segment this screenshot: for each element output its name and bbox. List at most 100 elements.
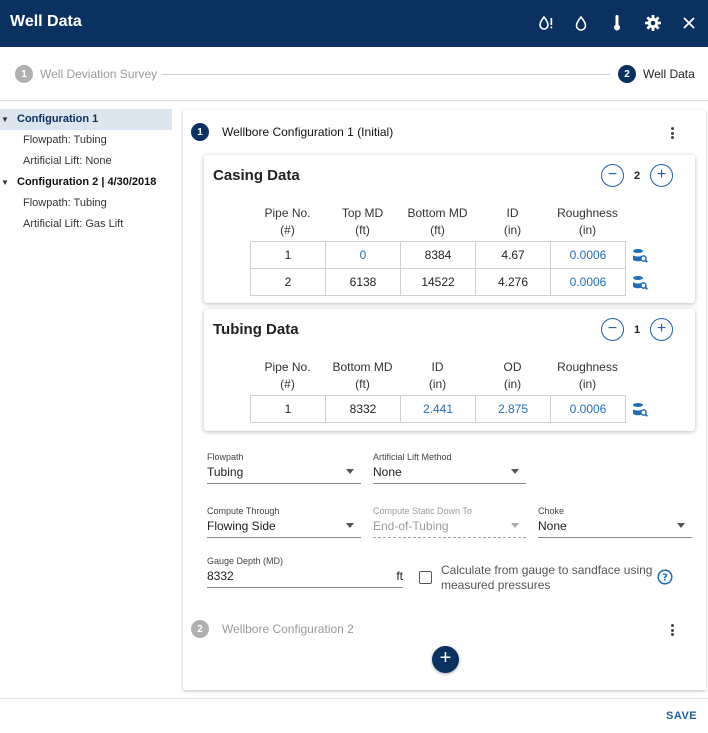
table-cell[interactable]: 0.0006 [550, 241, 626, 269]
gear-icon[interactable] [642, 12, 664, 34]
dropdown-arrow-icon [346, 469, 354, 474]
table-cell[interactable]: 2.875 [475, 395, 551, 423]
field-label: Choke [538, 506, 565, 516]
column-header: Roughness (in) [557, 360, 618, 391]
column-header: Bottom MD (ft) [332, 360, 393, 391]
more-vert-icon[interactable] [666, 622, 678, 638]
database-search-icon[interactable] [632, 275, 648, 291]
tubing-data-card: Tubing Data − 1 + Pipe No. (#) Bottom MD(… [204, 309, 695, 431]
field-label: Flowpath [207, 452, 244, 462]
column-header: Pipe No. (#) [264, 206, 311, 237]
tubing-count: 1 [634, 324, 641, 336]
water-alert-icon[interactable] [535, 12, 557, 34]
tree-item-configuration-1[interactable]: ▼ Configuration 1 [0, 109, 172, 130]
column-header: OD (in) [503, 360, 522, 391]
table-cell[interactable]: 1 [250, 241, 326, 269]
step-well-deviation-survey[interactable]: 1 Well Deviation Survey [15, 65, 157, 83]
compute-through-select[interactable]: Compute Through Flowing Side [207, 506, 361, 538]
field-value: None [538, 519, 567, 533]
tubing-remove-button[interactable]: − [601, 318, 624, 341]
field-value: Tubing [207, 465, 244, 479]
step-label: Well Deviation Survey [40, 67, 158, 81]
tree-item-flowpath[interactable]: Flowpath: Tubing [0, 193, 172, 214]
table-cell[interactable]: 8384 [400, 241, 476, 269]
column-header: Pipe No. (#) [264, 360, 311, 391]
stepper-connector [162, 74, 610, 75]
wellbore-configurations-panel: 1 Wellbore Configuration 1 (Initial) Cas… [183, 110, 706, 690]
window-title: Well Data [10, 13, 82, 30]
database-search-icon[interactable] [632, 248, 648, 264]
water-drop-icon[interactable] [570, 12, 592, 34]
table-cell[interactable]: 8332 [325, 395, 401, 423]
step-number: 2 [618, 65, 636, 83]
calculate-from-gauge-label: Calculate from gauge to sandface using m… [441, 563, 653, 592]
caret-down-icon[interactable]: ▼ [1, 172, 9, 193]
table-row: 1 8332 2.441 2.875 0.0006 [250, 395, 626, 423]
field-label: Artificial Lift Method [373, 452, 452, 462]
casing-data-card: Casing Data − 2 + Pipe No. (#) Top MD (ft)… [204, 155, 695, 303]
tree-item-label: Flowpath: Tubing [23, 134, 107, 146]
table-cell[interactable]: 2.441 [400, 395, 476, 423]
configuration-number: 1 [191, 123, 209, 141]
step-well-data[interactable]: 2 Well Data [618, 65, 695, 83]
field-label: Gauge Depth (MD) [207, 556, 284, 566]
field-value: 8332 [207, 569, 234, 583]
add-configuration-button[interactable]: + [432, 646, 459, 673]
calculate-from-gauge-checkbox[interactable] [419, 571, 432, 584]
artificial-lift-method-select[interactable]: Artificial Lift Method None [373, 452, 526, 484]
gauge-depth-input[interactable]: Gauge Depth (MD) 8332 ft [207, 556, 403, 588]
flowpath-select[interactable]: Flowpath Tubing [207, 452, 361, 484]
table-cell[interactable]: 2 [250, 268, 326, 296]
column-header: Roughness (in) [557, 206, 618, 237]
thermometer-icon[interactable] [606, 12, 628, 34]
casing-add-button[interactable]: + [650, 164, 673, 187]
casing-remove-button[interactable]: − [601, 164, 624, 187]
tree-item-label: Flowpath: Tubing [23, 197, 107, 209]
tree-item-artificial-lift[interactable]: Artificial Lift: None [0, 151, 172, 172]
field-value: Flowing Side [207, 519, 276, 533]
table-cell[interactable]: 4.67 [475, 241, 551, 269]
tree-item-artificial-lift[interactable]: Artificial Lift: Gas Lift [0, 214, 172, 235]
configuration-title: Wellbore Configuration 1 (Initial) [222, 125, 394, 139]
column-header: ID (in) [503, 206, 522, 237]
title-bar: Well Data [0, 0, 708, 47]
step-number: 1 [15, 65, 33, 83]
dropdown-arrow-icon [346, 523, 354, 528]
dropdown-arrow-icon [677, 523, 685, 528]
casing-count: 2 [634, 170, 641, 182]
table-cell[interactable]: 14522 [400, 268, 476, 296]
table-row: 1 0 8384 4.67 0.0006 [250, 241, 626, 269]
close-icon[interactable] [678, 12, 700, 34]
configuration-number: 2 [191, 620, 209, 638]
svg-text:?: ? [662, 573, 668, 584]
casing-data-title: Casing Data [213, 167, 300, 184]
field-label: Compute Static Down To [373, 506, 472, 516]
database-search-icon[interactable] [632, 402, 648, 418]
table-cell[interactable]: 1 [250, 395, 326, 423]
configuration-title: Wellbore Configuration 2 [222, 622, 354, 636]
field-value: End-of-Tubing [373, 519, 449, 533]
configuration-1-header[interactable]: 1 Wellbore Configuration 1 (Initial) [191, 123, 393, 141]
table-cell[interactable]: 0 [325, 241, 401, 269]
tubing-data-title: Tubing Data [213, 321, 299, 338]
table-cell[interactable]: 0.0006 [550, 268, 626, 296]
compute-static-down-to-select: Compute Static Down To End-of-Tubing [373, 506, 526, 538]
table-cell[interactable]: 6138 [325, 268, 401, 296]
table-cell[interactable]: 4.276 [475, 268, 551, 296]
configuration-2-header[interactable]: 2 Wellbore Configuration 2 [191, 620, 354, 638]
tree-item-flowpath[interactable]: Flowpath: Tubing [0, 130, 172, 151]
help-icon[interactable]: ? [657, 569, 673, 585]
step-label: Well Data [643, 67, 695, 81]
tree-item-label: Artificial Lift: Gas Lift [23, 218, 124, 230]
choke-select[interactable]: Choke None [538, 506, 692, 538]
more-vert-icon[interactable] [666, 125, 678, 141]
column-header: Top MD (ft) [341, 206, 384, 237]
dropdown-arrow-icon [511, 469, 519, 474]
save-button[interactable]: SAVE [666, 710, 697, 722]
tree-item-configuration-2[interactable]: ▼ Configuration 2 | 4/30/2018 [0, 172, 172, 193]
tubing-table: 1 8332 2.441 2.875 0.0006 [250, 395, 626, 423]
table-cell[interactable]: 0.0006 [550, 395, 626, 423]
tubing-add-button[interactable]: + [650, 318, 673, 341]
caret-down-icon[interactable]: ▼ [1, 109, 9, 130]
field-unit: ft [396, 569, 403, 583]
